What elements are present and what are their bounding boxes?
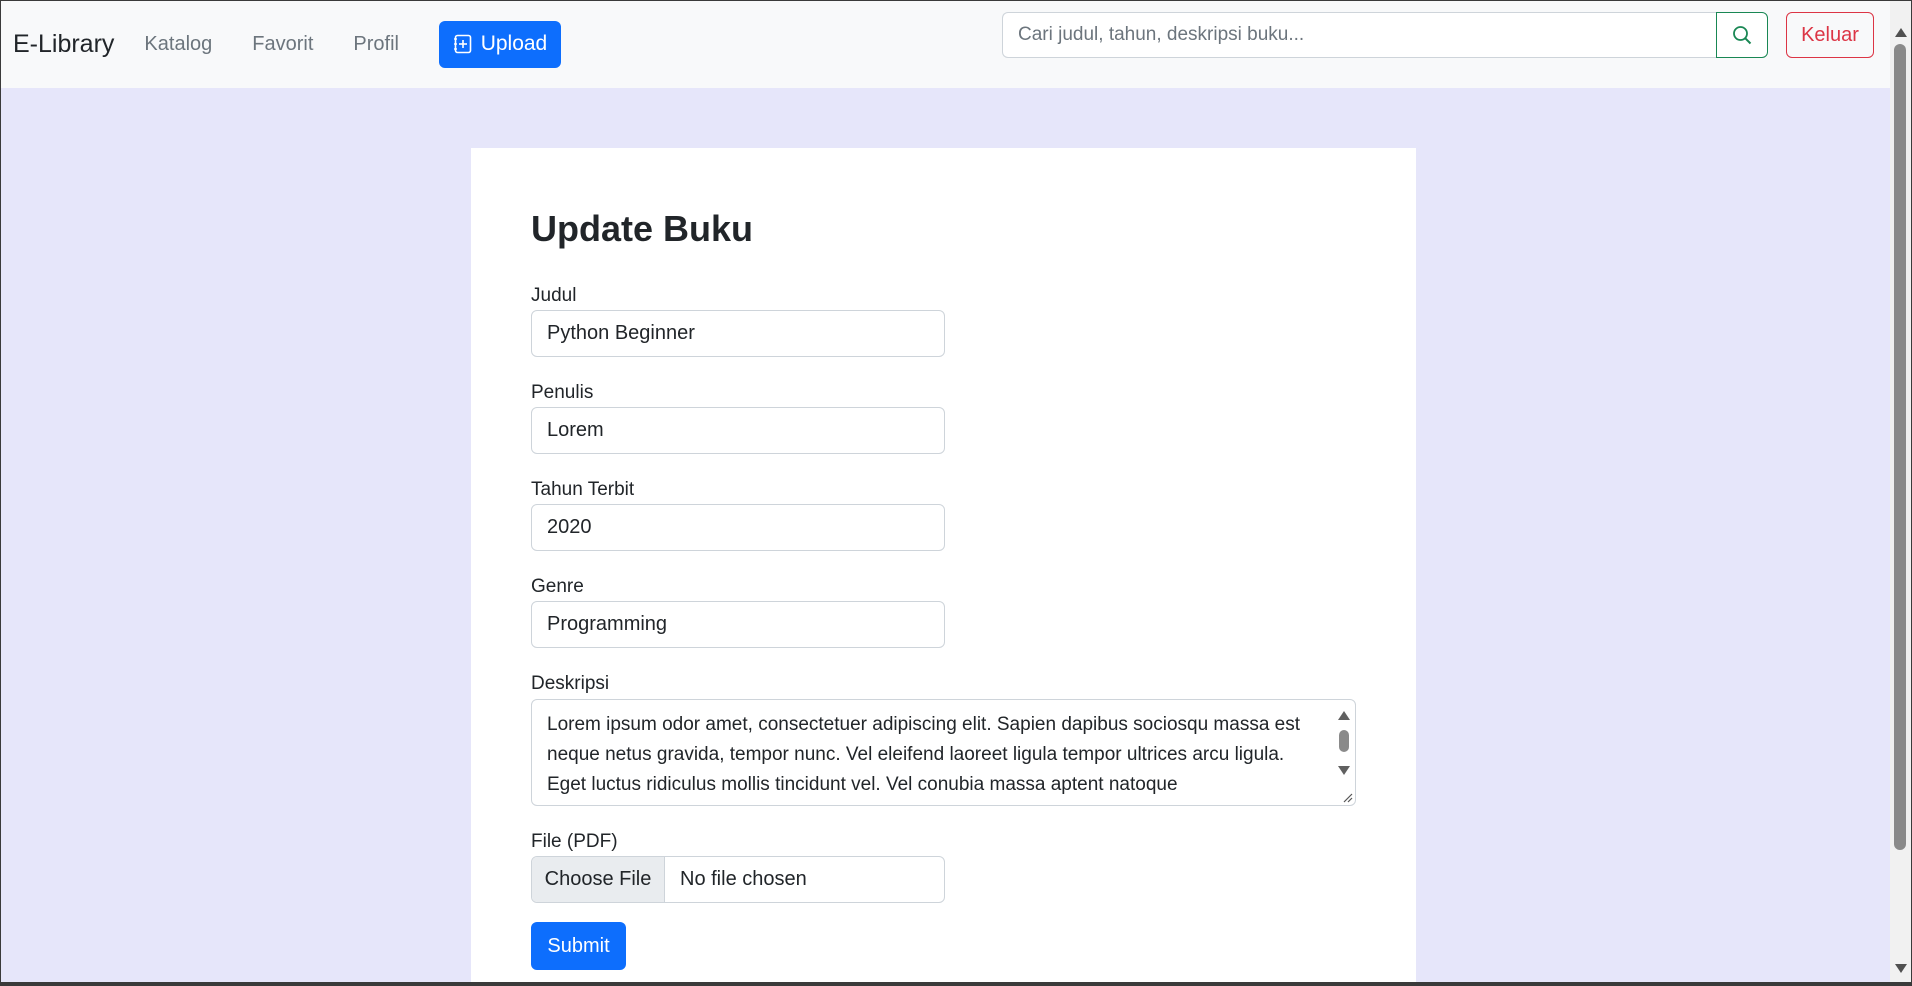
upload-button-label: Upload [480,32,548,55]
textarea-scroll-thumb[interactable] [1339,730,1349,752]
search-icon [1733,26,1752,45]
deskripsi-label: Deskripsi [531,673,610,694]
choose-file-button[interactable]: Choose File [532,857,665,902]
file-plus-icon [453,34,471,54]
deskripsi-textarea[interactable]: Lorem ipsum odor amet, consectetuer adip… [531,699,1356,806]
brand-logo[interactable]: E-Library [13,30,114,59]
search-input[interactable] [1002,12,1716,58]
textarea-scroll-up-icon[interactable] [1338,711,1350,720]
nav-link-favorit[interactable]: Favorit [252,33,313,56]
genre-input[interactable]: Programming [531,601,945,648]
penulis-input[interactable]: Lorem [531,407,945,454]
penulis-label: Penulis [531,382,594,403]
genre-value: Programming [547,613,668,635]
search-button[interactable] [1716,12,1768,58]
tahun-terbit-input[interactable]: 2020 [531,504,945,551]
textarea-scroll-down-icon[interactable] [1338,766,1350,775]
file-status: No file chosen [680,868,807,890]
genre-label: Genre [531,576,584,597]
penulis-value: Lorem [547,419,604,441]
textarea-scrollbar[interactable] [1335,702,1353,802]
tahun-terbit-label: Tahun Terbit [531,479,635,500]
tahun-terbit-value: 2020 [547,516,592,538]
judul-label: Judul [531,285,577,306]
file-label: File (PDF) [531,831,618,852]
scroll-up-icon[interactable] [1895,28,1907,37]
search-form [1002,12,1768,58]
file-input[interactable]: Choose File No file chosen [531,856,945,903]
judul-input[interactable]: Python Beginner [531,310,945,357]
update-book-card: Update Buku Judul Python Beginner Penuli… [471,148,1416,986]
page-scrollbar[interactable] [1890,0,1912,986]
navbar: E-Library Katalog Favorit Profil Upload … [0,0,1890,88]
submit-button[interactable]: Submit [531,922,626,970]
upload-button[interactable]: Upload [438,20,561,68]
logout-button[interactable]: Keluar [1786,12,1874,58]
scroll-thumb[interactable] [1894,44,1906,850]
deskripsi-value: Lorem ipsum odor amet, consectetuer adip… [547,714,1301,795]
page-title: Update Buku [531,208,754,249]
scroll-down-icon[interactable] [1895,964,1907,973]
nav-link-katalog[interactable]: Katalog [144,33,212,56]
nav-link-profil[interactable]: Profil [353,33,399,56]
resize-grip-icon[interactable] [1341,791,1353,803]
judul-value: Python Beginner [547,322,695,344]
